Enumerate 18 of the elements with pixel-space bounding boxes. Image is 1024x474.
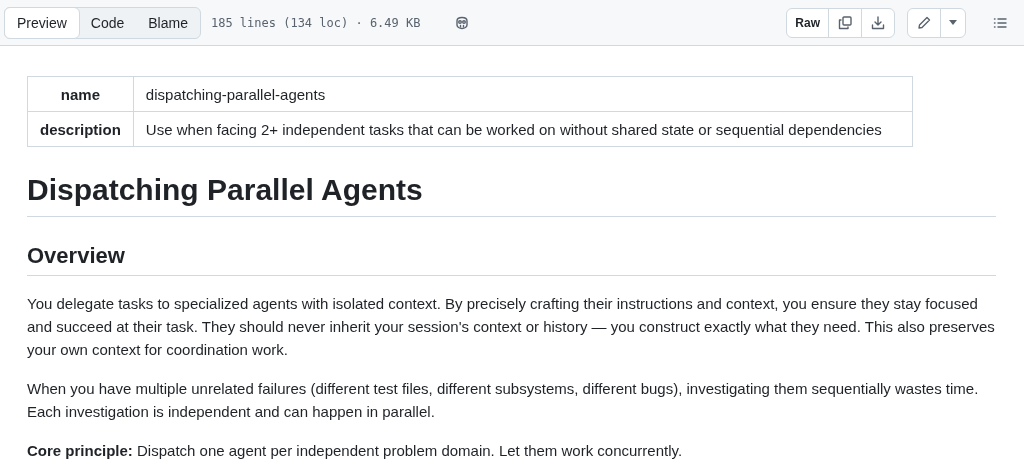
paragraph: When you have multiple unrelated failures (different test files, different subsystems, different bugs), investigating them sequentially wastes time. Each investigation is independent and can happen in parallel. — [27, 379, 980, 422]
pencil-icon — [916, 14, 932, 31]
table-cell: Use when facing 2+ independent tasks that can be worked on without shared state or sequential dependencies — [133, 111, 913, 147]
paragraph: You delegate tasks to specialized agents with isolated context. By precisely crafting their instructions and context, you ensure they stay focused and succeed at their task. They should never inherit your session's context or history — you construct exactly what they need. This also preserves your own context for coordination work. — [27, 294, 996, 360]
table-header: description — [27, 111, 134, 147]
paragraph: Core principle: Dispatch one agent per independent problem domain. Let them work concurrently. — [27, 441, 684, 461]
copilot-icon — [454, 14, 471, 31]
download-icon — [870, 14, 886, 31]
view-tab[interactable]: Preview — [4, 6, 80, 39]
table-cell: dispatching-parallel-agents — [133, 76, 913, 112]
table-header: name — [27, 76, 134, 112]
view-tab[interactable]: Blame — [135, 6, 201, 39]
copy-icon — [837, 14, 853, 31]
view-tab[interactable]: Code — [77, 6, 138, 39]
file-info: 185 lines (134 loc) · 6.49 KB — [210, 15, 421, 30]
page-title: Dispatching Parallel Agents — [27, 173, 996, 217]
caret-icon — [949, 20, 957, 25]
section-heading: Overview — [27, 243, 996, 276]
